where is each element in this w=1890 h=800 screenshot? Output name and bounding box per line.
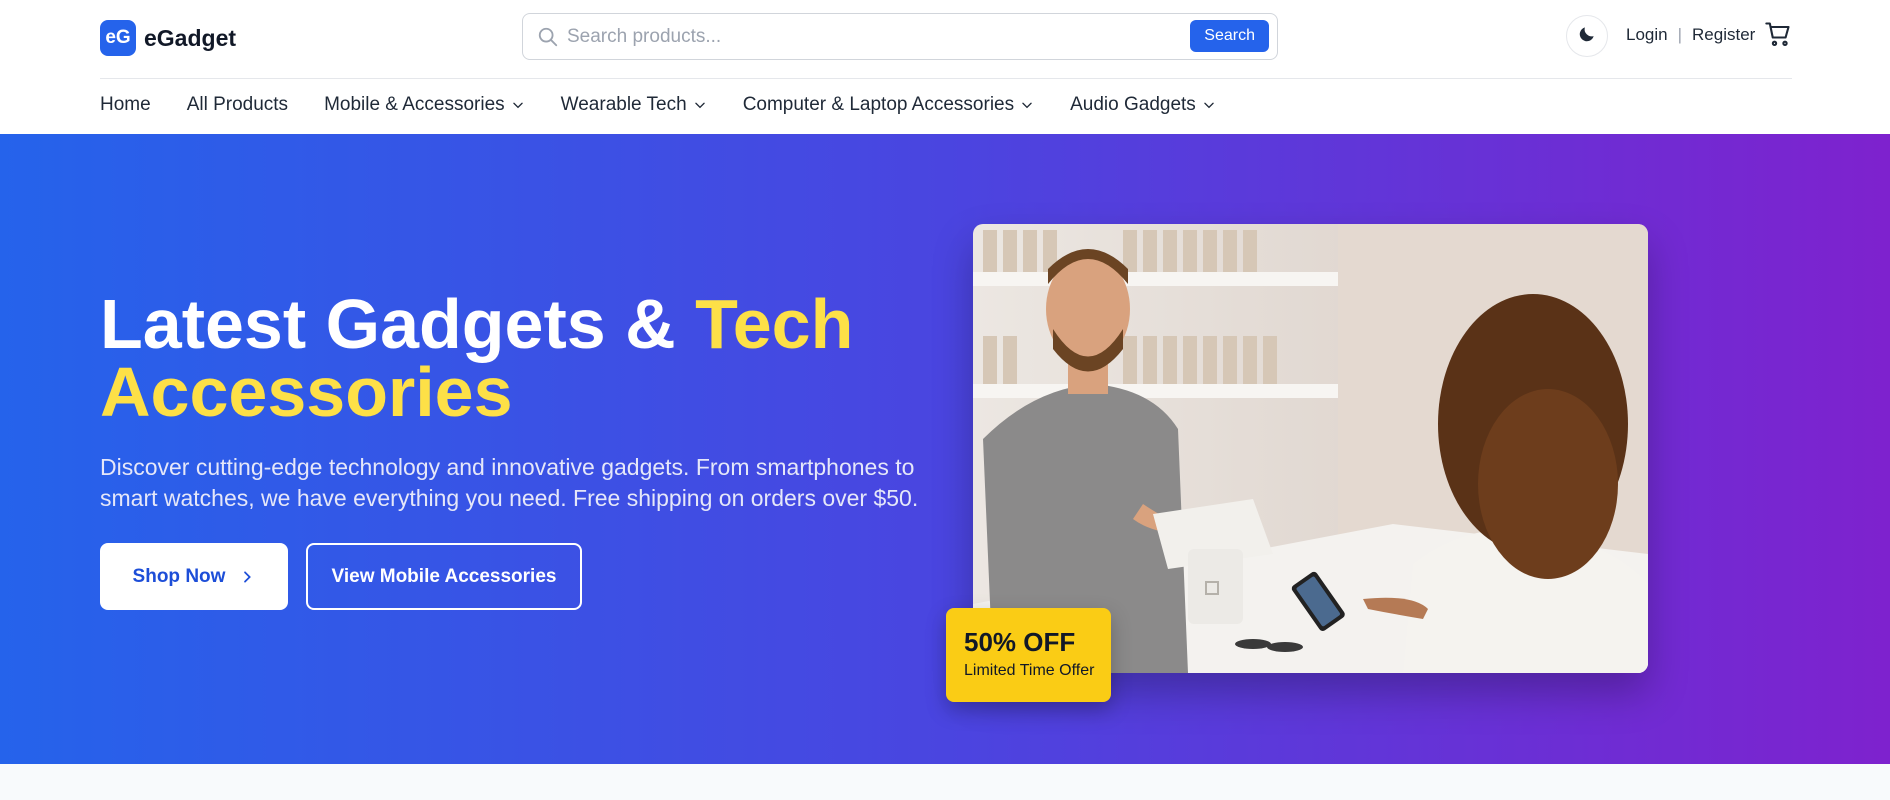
shop-now-button[interactable]: Shop Now <box>100 543 288 610</box>
chevron-down-icon <box>1022 102 1032 109</box>
brand-logo[interactable]: eG eGadget <box>100 20 236 56</box>
promo-subtitle: Limited Time Offer <box>964 662 1095 679</box>
nav-item-label: Audio Gadgets <box>1070 94 1196 115</box>
nav-item-home[interactable]: Home <box>100 94 151 116</box>
nav-item-label: All Products <box>186 94 289 115</box>
hero-description: Discover cutting-edge technology and inn… <box>100 454 919 511</box>
nav-item-wearable-tech[interactable]: Wearable Tech <box>561 94 707 116</box>
site-header: eG eGadget Search Login | Register Home … <box>0 0 1890 134</box>
search-icon <box>537 26 559 48</box>
chevron-down-icon <box>512 102 523 109</box>
hero-title: Latest Gadgets & Tech Accessories <box>100 289 920 427</box>
register-link[interactable]: Register <box>1692 25 1755 45</box>
promo-title: 50% OFF <box>964 627 1076 657</box>
view-mobile-accessories-label: View Mobile Accessories <box>331 565 557 587</box>
hero-title-accent: Tech <box>695 285 854 363</box>
search-input[interactable] <box>567 20 1127 53</box>
nav-item-mobile-accessories[interactable]: Mobile & Accessories <box>324 94 525 116</box>
main-nav: Home All Products Mobile & Accessories W… <box>100 94 1216 116</box>
nav-item-computer-accessories[interactable]: Computer & Laptop Accessories <box>743 94 1034 116</box>
login-link[interactable]: Login <box>1626 25 1668 45</box>
cart-button[interactable] <box>1764 20 1792 48</box>
auth-separator: | <box>1677 25 1683 44</box>
nav-item-label: Home <box>100 94 151 115</box>
shop-now-label: Shop Now <box>132 565 226 587</box>
chevron-down-icon <box>694 102 705 109</box>
nav-item-label: Wearable Tech <box>560 94 687 115</box>
nav-divider <box>100 78 1792 79</box>
nav-item-all-products[interactable]: All Products <box>187 94 288 116</box>
nav-item-label: Mobile & Accessories <box>324 94 505 115</box>
theme-toggle-button[interactable] <box>1566 15 1608 57</box>
auth-links: Login | Register <box>1626 25 1755 45</box>
nav-item-label: Computer & Laptop Accessories <box>742 94 1015 115</box>
search-button[interactable]: Search <box>1190 20 1269 52</box>
view-mobile-accessories-button[interactable]: View Mobile Accessories <box>306 543 582 610</box>
hero-image <box>973 224 1648 673</box>
promo-badge: 50% OFF Limited Time Offer <box>946 608 1111 702</box>
chevron-down-icon <box>1204 102 1214 109</box>
hero-title-accent: Accessories <box>100 353 513 431</box>
logo-badge: eG <box>100 20 136 56</box>
hero-title-main: Latest Gadgets & <box>100 285 696 363</box>
moon-icon <box>1577 24 1597 49</box>
chevron-right-icon <box>244 570 252 583</box>
cart-icon <box>1764 22 1792 52</box>
nav-item-audio-gadgets[interactable]: Audio Gadgets <box>1070 94 1216 116</box>
brand-name: eGadget <box>144 24 237 51</box>
search-bar: Search <box>522 13 1278 60</box>
hero-section: Latest Gadgets & Tech Accessories Discov… <box>0 134 1890 764</box>
